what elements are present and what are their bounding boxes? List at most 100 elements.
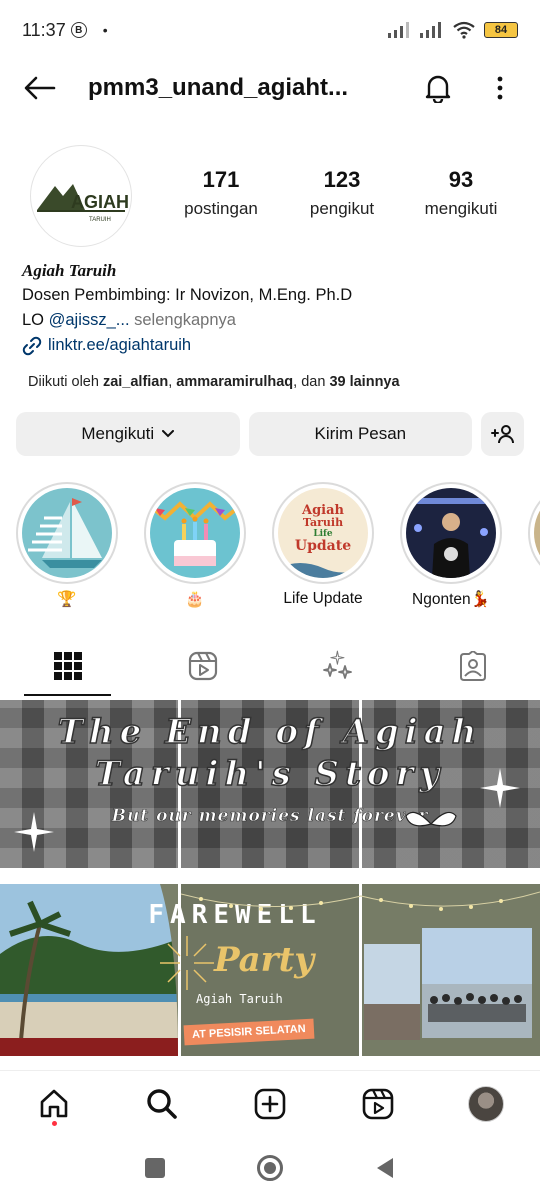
stat-following[interactable]: 93 mengikuti — [396, 167, 526, 219]
profile-avatar[interactable]: AGIAH TARUIH — [30, 145, 132, 247]
chevron-down-icon — [162, 430, 175, 438]
kebab-menu-icon — [497, 76, 503, 100]
nav-home[interactable] — [26, 1076, 82, 1132]
highlight-label: Life Update — [283, 590, 363, 607]
bell-icon — [425, 75, 451, 103]
home-icon — [40, 1089, 68, 1117]
home-notification-dot — [51, 1120, 57, 1126]
link-icon — [22, 336, 42, 355]
search-icon — [147, 1088, 177, 1119]
highlight-cake-image — [150, 488, 240, 578]
string-lights-icon — [181, 891, 540, 911]
recent-apps-button[interactable] — [145, 1158, 165, 1178]
profile-summary: AGIAH TARUIH 171 postingan 123 pengikut … — [0, 145, 540, 250]
highlight-ring — [144, 482, 246, 584]
profile-avatar-small — [468, 1085, 504, 1122]
system-navigation — [0, 1136, 540, 1200]
bio-website-link[interactable]: linktr.ee/agiahtaruih — [48, 333, 191, 358]
farewell-subtitle: Agiah Taruih — [196, 992, 283, 1006]
notification-dot-icon: • — [102, 22, 108, 38]
highlight-ring: Agiah Taruih Life Update — [272, 482, 374, 584]
add-post-icon — [254, 1088, 286, 1119]
svg-text:Taruih: Taruih — [303, 516, 343, 529]
followed-by-count: 39 lainnya — [329, 374, 400, 390]
profile-display-name: Agiah Taruih — [22, 261, 117, 280]
stat-followers-value: 123 — [323, 167, 361, 192]
nav-create[interactable] — [242, 1076, 298, 1132]
svg-text:AGIAH: AGIAH — [71, 192, 129, 212]
sparkles-icon — [322, 650, 352, 679]
nav-search[interactable] — [134, 1076, 190, 1132]
profile-actions: Mengikuti Kirim Pesan — [16, 412, 524, 456]
bio-more-link[interactable]: selengkapnya — [130, 311, 236, 329]
back-button[interactable] — [20, 68, 60, 108]
home-system-button[interactable] — [257, 1155, 283, 1181]
battery-icon: 84 — [484, 22, 518, 38]
highlight-partial-image — [534, 488, 540, 578]
signal-2-icon — [420, 22, 441, 38]
stat-posts[interactable]: 171 postingan — [156, 167, 286, 219]
bio-lo-prefix: LO — [22, 311, 49, 329]
followed-by-user-1: zai_alfian — [102, 374, 169, 390]
grid-row-divider — [0, 1056, 540, 1059]
reels-icon — [188, 651, 217, 681]
highlight-life-update-image: Agiah Taruih Life Update — [278, 488, 368, 578]
following-button[interactable]: Mengikuti — [16, 412, 240, 456]
wifi-icon — [453, 21, 475, 39]
stat-posts-label: postingan — [184, 199, 258, 218]
butterfly-icon — [405, 811, 457, 827]
highlight-partial[interactable]: E — [528, 482, 540, 612]
highlight-label: E — [528, 590, 540, 608]
back-arrow-icon — [24, 76, 56, 100]
highlight-ring — [528, 482, 540, 584]
message-button[interactable]: Kirim Pesan — [248, 412, 473, 456]
highlight-label: Ngonten💃 — [412, 591, 490, 608]
bottom-navigation — [0, 1070, 540, 1136]
b-badge-icon: B — [70, 22, 87, 38]
sparkle-icon — [480, 768, 520, 808]
notifications-button[interactable] — [418, 68, 458, 108]
home-system-dot — [264, 1162, 276, 1174]
agiah-logo-icon: AGIAH TARUIH — [37, 184, 129, 223]
stat-followers[interactable]: 123 pengikut — [277, 167, 407, 219]
bio-website-row[interactable]: linktr.ee/agiahtaruih — [22, 333, 522, 358]
profile-bio: Agiah Taruih Dosen Pembimbing: Ir Novizo… — [22, 258, 522, 358]
status-bar: 11:37 B • 84 — [0, 0, 540, 60]
nav-reels[interactable] — [350, 1076, 406, 1132]
stat-followers-label: pengikut — [309, 199, 375, 218]
highlight-life-update[interactable]: Agiah Taruih Life Update Life Update — [272, 482, 374, 612]
highlight-ring — [400, 482, 502, 584]
banner-title-line2: Taruih's Story — [94, 753, 446, 795]
highlight-boat-image — [22, 488, 112, 578]
profile-header: pmm3_unand_agiaht... — [0, 60, 540, 116]
nav-profile[interactable] — [458, 1076, 514, 1132]
followed-by-text[interactable]: Diikuti oleh zai_alfian, ammaramirulhaq,… — [28, 374, 400, 390]
following-button-label: Mengikuti — [81, 424, 155, 443]
bio-mention-link[interactable]: @ajissz_... — [49, 311, 130, 329]
bio-lo-line: LO @ajissz_... selengkapnya — [22, 308, 522, 333]
story-highlights: 🏆 🎂 Agiah Taruih Life Update Life Update… — [16, 482, 540, 612]
signal-icon — [388, 22, 409, 38]
stat-following-label: mengikuti — [424, 199, 498, 218]
followed-by-prefix: Diikuti oleh — [28, 374, 103, 390]
svg-text:Update: Update — [295, 538, 351, 554]
farewell-party: Party — [214, 940, 315, 980]
highlight-ngonten-image — [406, 488, 496, 578]
back-system-icon[interactable] — [375, 1156, 395, 1180]
highlight-trophy[interactable]: 🏆 — [16, 482, 118, 612]
tab-posts-grid[interactable] — [0, 636, 135, 696]
banner-subtitle: But our memories last forever — [111, 806, 429, 827]
highlight-birthday[interactable]: 🎂 — [144, 482, 246, 612]
reels-icon — [362, 1088, 394, 1119]
tab-tagged[interactable] — [405, 636, 540, 696]
suggest-users-button[interactable] — [481, 412, 524, 456]
stat-following-value: 93 — [448, 167, 474, 192]
tab-ai-collab[interactable] — [270, 636, 405, 696]
more-options-button[interactable] — [480, 68, 520, 108]
posts-grid: The End of Agiah Taruih's Story But our … — [0, 700, 540, 1070]
grid-icon — [53, 652, 82, 680]
tab-reels[interactable] — [135, 636, 270, 696]
highlight-ngonten[interactable]: Ngonten💃 — [400, 482, 502, 612]
highlight-label: 🏆 — [57, 591, 77, 608]
sparkle-icon — [14, 812, 54, 852]
